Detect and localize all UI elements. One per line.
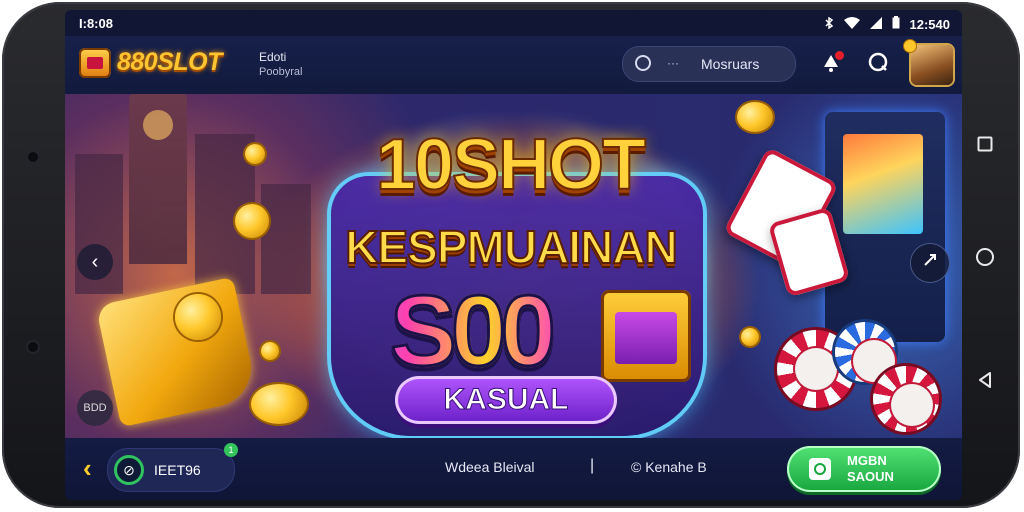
logo-icon[interactable]: [79, 48, 111, 78]
user-name: IEET96: [154, 462, 201, 478]
divider: |: [590, 457, 595, 474]
banner-tag-button[interactable]: KASUAL: [395, 376, 617, 424]
cta-button[interactable]: MGBN SAOUN: [787, 446, 941, 492]
promo-banner[interactable]: 10SHOT KESPMUAINAN S00 KASUAL ‹ BDD: [65, 94, 962, 438]
coin-icon: [245, 144, 265, 164]
banner-subtitle: KESPMUAINAN: [344, 220, 678, 274]
app-header: 880SLOT Edoti Poobyral ··· Mosruars: [65, 36, 962, 94]
status-clock: 12:540: [909, 16, 950, 32]
chevron-left-icon[interactable]: ‹: [83, 453, 92, 484]
clock-tower-art: [129, 94, 187, 264]
banner-amount: S00: [310, 274, 630, 389]
bluetooth-icon: [824, 16, 834, 32]
bottom-bar: ‹ ⊘ IEET96 1 Wdeea Bleival | © Kenahe B …: [65, 438, 962, 500]
wifi-icon: [843, 16, 860, 32]
screen: I:8:08 12:540 880SLOT Edoti Poobyral ···…: [65, 10, 962, 500]
treasure-chest-art: [601, 290, 691, 382]
recents-icon[interactable]: [973, 132, 997, 156]
online-badge: 1: [224, 443, 238, 457]
home-icon[interactable]: [973, 245, 997, 269]
coin-icon: [175, 294, 221, 340]
signal-icon: [869, 16, 882, 32]
arcade-machine-art: [825, 112, 945, 342]
cta-label-line2: SAOUN: [847, 469, 894, 484]
profile-ring-icon: ⊘: [114, 455, 144, 485]
back-icon[interactable]: [973, 368, 997, 392]
coin-icon: [251, 384, 307, 424]
sensor: [28, 342, 38, 352]
search-dots: ···: [667, 56, 679, 70]
chevron-left-icon[interactable]: ‹: [77, 244, 113, 280]
notification-badge: [835, 51, 844, 60]
notification-icon[interactable]: [818, 51, 844, 77]
wallet-icon: [809, 458, 831, 480]
gold-stack-art: [95, 276, 259, 428]
banner-indicator[interactable]: BDD: [77, 390, 113, 426]
front-camera: [28, 152, 38, 162]
user-pill[interactable]: ⊘ IEET96 1: [107, 443, 238, 492]
battery-icon: [892, 16, 900, 32]
status-time: I:8:08: [79, 16, 113, 31]
search-icon: [635, 55, 651, 71]
casino-chip-art: [873, 366, 939, 432]
avatar[interactable]: [904, 40, 953, 85]
coin-icon: [741, 328, 759, 346]
phone-frame: I:8:08 12:540 880SLOT Edoti Poobyral ···…: [2, 2, 1020, 508]
brand-subtitle: Edoti: [259, 50, 287, 64]
chevron-right-icon[interactable]: [911, 244, 949, 282]
banner-title: 10SHOT: [375, 124, 647, 206]
coin-icon: [235, 204, 269, 238]
status-bar: I:8:08 12:540: [65, 10, 962, 36]
search-bar[interactable]: ··· Mosruars: [622, 46, 796, 82]
brand-logo[interactable]: 880SLOT: [117, 48, 222, 77]
coin-icon: [904, 40, 916, 52]
bottom-link-left[interactable]: Wdeea Bleival: [445, 459, 535, 475]
chat-icon[interactable]: [865, 51, 891, 77]
search-placeholder: Mosruars: [701, 56, 760, 72]
brand-tagline: Poobyral: [259, 66, 303, 78]
bottom-link-right[interactable]: © Kenahe B: [631, 459, 707, 475]
coin-icon: [737, 102, 773, 132]
cta-label-line1: MGBN: [847, 453, 887, 468]
coin-icon: [261, 342, 279, 360]
